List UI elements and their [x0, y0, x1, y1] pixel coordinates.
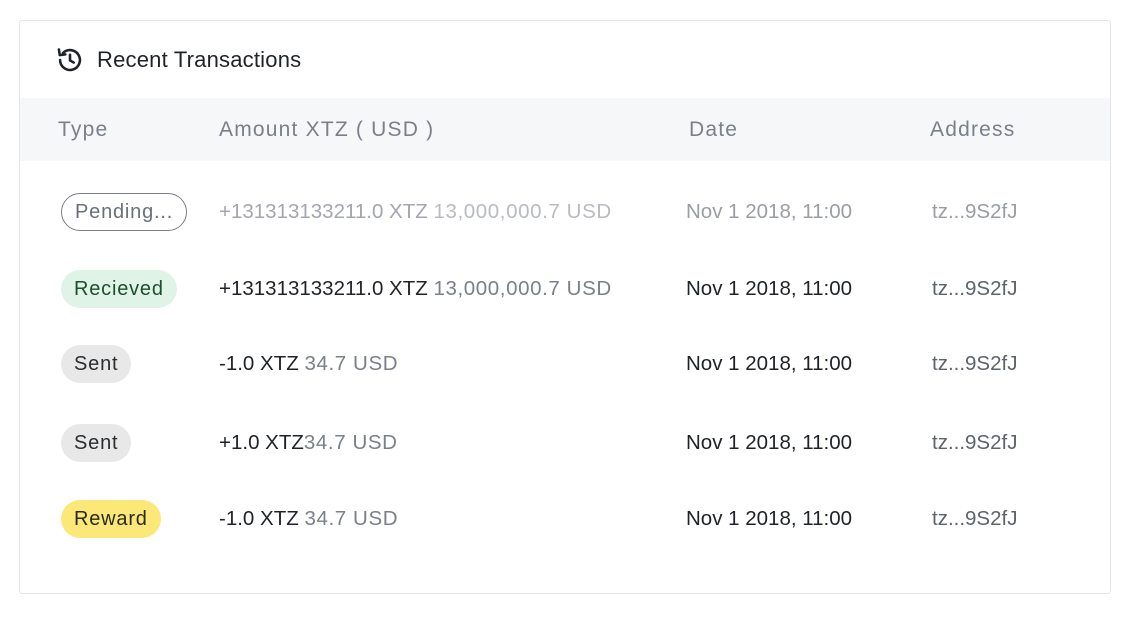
status-badge-sent: Sent [61, 345, 132, 383]
table-row[interactable]: Sent +1.0 XTZ34.7 USD Nov 1 2018, 11:00 … [20, 413, 1110, 473]
recent-transactions-card: Recent Transactions Type Amount XTZ ( US… [19, 20, 1111, 594]
status-badge-received: Recieved [61, 270, 177, 308]
date-cell: Nov 1 2018, 11:00 [686, 277, 853, 300]
table-row[interactable]: Sent -1.0 XTZ 34.7 USD Nov 1 2018, 11:00… [20, 334, 1110, 394]
column-header-amount: Amount XTZ ( USD ) [219, 118, 435, 141]
amount-cell: -1.0 XTZ 34.7 USD [219, 352, 398, 376]
amount-xtz: -1.0 XTZ [219, 507, 299, 530]
amount-usd: 34.7 USD [304, 352, 399, 375]
amount-usd: 13,000,000.7 USD [433, 277, 612, 300]
card-header: Recent Transactions [20, 21, 1110, 98]
address-link[interactable]: tz...9S2fJ [932, 507, 1017, 531]
table-header: Type Amount XTZ ( USD ) Date Address [20, 98, 1110, 161]
address-link[interactable]: tz...9S2fJ [932, 352, 1017, 376]
column-header-date: Date [689, 118, 739, 141]
date-cell: Nov 1 2018, 11:00 [686, 431, 853, 454]
column-header-type: Type [58, 118, 109, 141]
amount-xtz: +1.0 XTZ [219, 431, 304, 454]
address-link[interactable]: tz...9S2fJ [932, 431, 1017, 455]
amount-cell: +131313133211.0 XTZ 13,000,000.7 USD [219, 277, 612, 301]
status-badge-pending: Pending... [61, 193, 188, 231]
status-badge-sent: Sent [61, 424, 132, 462]
amount-xtz: +131313133211.0 XTZ [219, 277, 428, 300]
amount-cell: +1.0 XTZ34.7 USD [219, 431, 398, 455]
date-cell: Nov 1 2018, 11:00 [686, 507, 853, 530]
address-link[interactable]: tz...9S2fJ [932, 200, 1017, 224]
date-cell: Nov 1 2018, 11:00 [686, 352, 853, 375]
amount-cell: -1.0 XTZ 34.7 USD [219, 507, 398, 531]
amount-xtz: +131313133211.0 XTZ [219, 200, 428, 223]
status-badge-reward: Reward [61, 500, 161, 538]
table-row[interactable]: Pending... +131313133211.0 XTZ 13,000,00… [20, 182, 1110, 242]
card-title: Recent Transactions [97, 47, 302, 72]
amount-usd: 13,000,000.7 USD [433, 200, 612, 223]
date-cell: Nov 1 2018, 11:00 [686, 200, 853, 223]
table-row[interactable]: Recieved +131313133211.0 XTZ 13,000,000.… [20, 259, 1110, 319]
address-link[interactable]: tz...9S2fJ [932, 277, 1017, 301]
amount-xtz: -1.0 XTZ [219, 352, 299, 375]
amount-cell: +131313133211.0 XTZ 13,000,000.7 USD [219, 200, 612, 224]
amount-usd: 34.7 USD [304, 507, 399, 530]
table-row[interactable]: Reward -1.0 XTZ 34.7 USD Nov 1 2018, 11:… [20, 489, 1110, 549]
history-icon [57, 48, 82, 72]
amount-usd: 34.7 USD [303, 431, 398, 454]
column-header-address: Address [930, 118, 1016, 141]
